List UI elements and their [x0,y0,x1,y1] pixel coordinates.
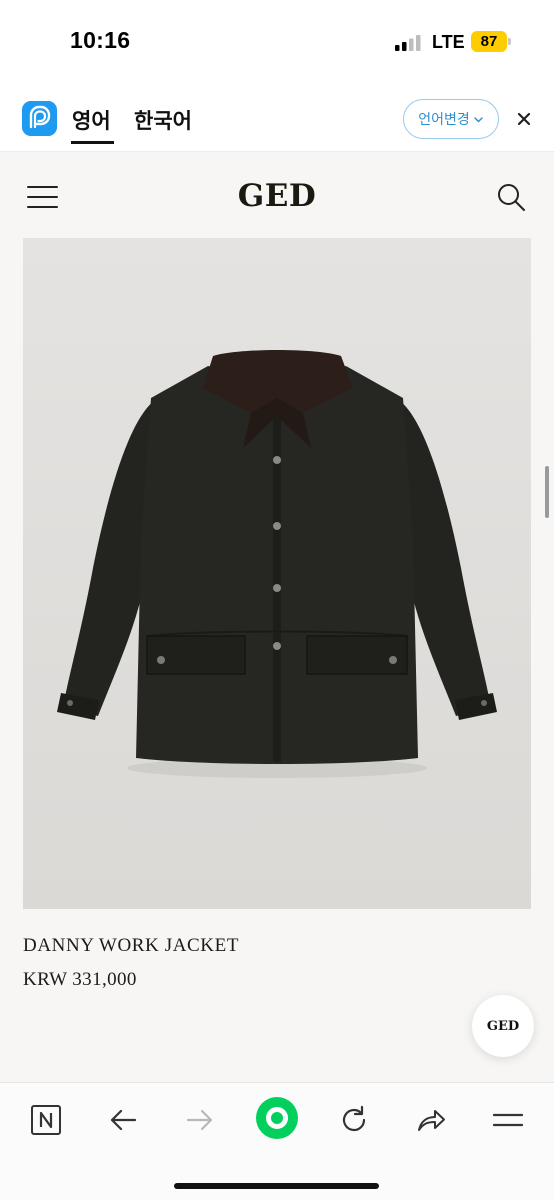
scrollbar[interactable] [545,466,549,518]
product-price: KRW 331,000 [23,969,137,990]
floating-button-label: GED [486,1018,520,1034]
tab-english[interactable]: 영어 [72,105,111,135]
naver-n-icon [31,1105,61,1135]
product-name[interactable]: DANNY WORK JACKET [23,935,239,957]
menu-button[interactable] [488,1100,528,1140]
forward-arrow-icon [186,1109,213,1131]
active-tab-underline [71,141,114,144]
signal-icon [395,35,421,51]
web-content: GED DANNY WORK JACKET KRW 331,000 GED [0,152,554,1082]
status-time: 10:16 [70,27,131,53]
share-button[interactable] [411,1100,451,1140]
reload-button[interactable] [334,1100,374,1140]
menu-icon [492,1113,524,1127]
product-image[interactable] [23,238,531,909]
tab-korean[interactable]: 한국어 [134,105,192,135]
forward-button[interactable] [180,1100,220,1140]
share-icon [418,1110,445,1131]
browser-toolbar [0,1082,554,1200]
floating-ged-button[interactable]: GED [472,995,534,1057]
site-logo[interactable]: GED [0,178,554,214]
close-icon[interactable] [511,106,537,132]
green-dot-icon [256,1097,298,1139]
screen: 10:16 LTE 87 영어 한국어 언어변경 GED DANNY WORK … [0,0,554,1200]
back-button[interactable] [103,1100,143,1140]
search-icon[interactable] [496,182,526,212]
chevron-down-icon [474,116,483,123]
papago-icon[interactable] [22,101,57,136]
change-language-button[interactable]: 언어변경 [403,99,499,139]
network-label: LTE [432,32,465,52]
status-bar: 10:16 LTE 87 [0,0,554,84]
reload-icon [342,1105,366,1132]
change-language-label: 언어변경 [418,111,470,127]
translation-bar: 영어 한국어 언어변경 [0,84,554,152]
back-arrow-icon [110,1109,137,1131]
naver-home-button[interactable] [26,1100,66,1140]
battery-icon: 87 [471,31,507,52]
home-indicator[interactable] [174,1183,379,1189]
green-dot-button[interactable] [255,1096,299,1140]
battery-tip [508,38,511,45]
